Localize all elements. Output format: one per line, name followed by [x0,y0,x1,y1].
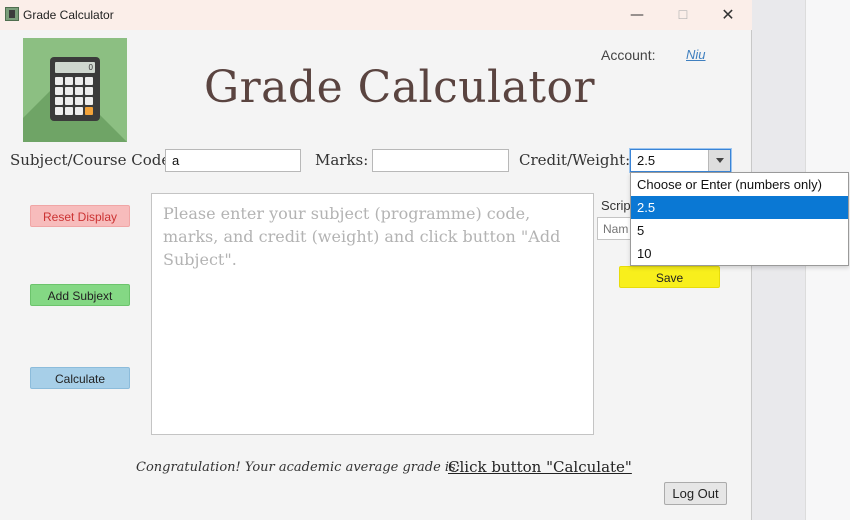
result-label: Congratulation! Your academic average gr… [136,460,461,475]
credit-combobox-value[interactable]: 2.5 [637,153,655,168]
result-value: Click button "Calculate" [448,458,632,476]
page-title: Grade Calculator [204,62,596,113]
account-label: Account: [601,47,656,63]
dropdown-option[interactable]: 5 [631,219,848,242]
reset-display-button[interactable]: Reset Display [30,205,130,227]
results-display[interactable]: Please enter your subject (programme) co… [151,193,594,435]
script-label: Scrip [601,198,631,213]
calculate-button[interactable]: Calculate [30,367,130,389]
logout-button[interactable]: Log Out [664,482,727,505]
subject-input[interactable] [165,149,301,172]
minimize-button[interactable]: — [622,4,652,26]
account-link[interactable]: Niu [686,47,706,62]
dropdown-option-selected[interactable]: 2.5 [631,196,848,219]
chevron-down-icon[interactable] [708,150,730,171]
marks-label: Marks: [315,151,369,169]
marks-input[interactable] [372,149,509,172]
close-button[interactable]: ✕ [713,4,743,26]
credit-label: Credit/Weight: [519,151,631,169]
window-title: Grade Calculator [23,8,114,22]
dropdown-option[interactable]: Choose or Enter (numbers only) [631,173,848,196]
dropdown-option[interactable]: 10 [631,242,848,265]
credit-combobox[interactable]: 2.5 [630,149,731,172]
calculator-logo-icon: 0 [23,38,127,142]
add-subject-button[interactable]: Add Subjext [30,284,130,306]
save-button[interactable]: Save [619,266,720,288]
subject-label: Subject/Course Code: [10,151,176,169]
title-bar[interactable]: Grade Calculator — ☐ ✕ [0,0,752,30]
maximize-button[interactable]: ☐ [668,4,698,26]
credit-dropdown-list: Choose or Enter (numbers only) 2.5 5 10 [630,172,849,266]
calculator-icon [5,7,19,21]
